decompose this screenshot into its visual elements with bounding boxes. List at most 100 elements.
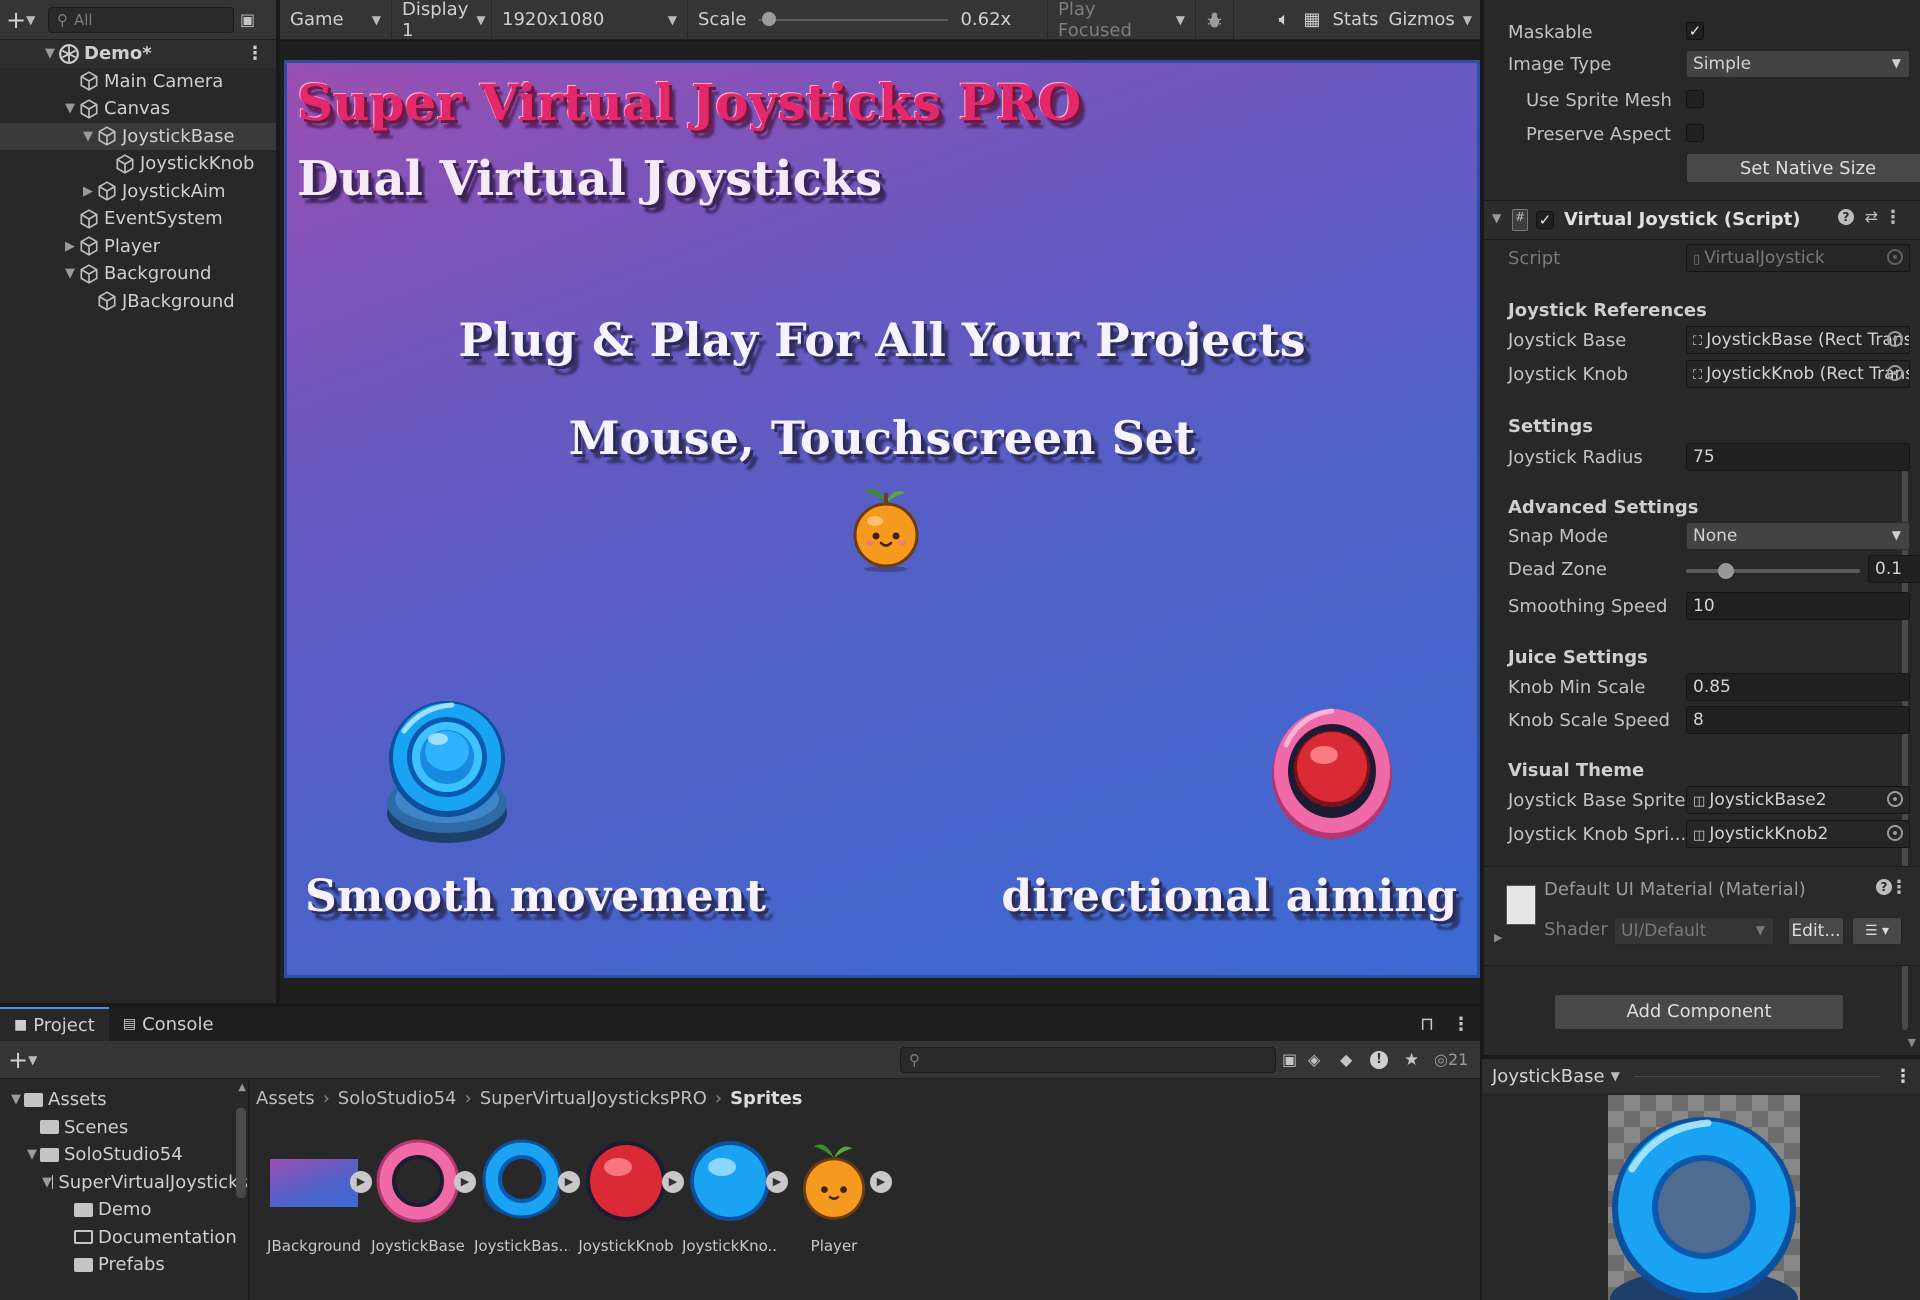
- hierarchy-item-canvas[interactable]: ▼ Canvas: [0, 95, 276, 123]
- play-mode-selector[interactable]: Play Focused ▼: [1048, 0, 1196, 41]
- expand-arrow-icon[interactable]: ▶: [62, 239, 78, 254]
- knob-sprite-field[interactable]: ◫ JoystickKnob2: [1686, 820, 1910, 848]
- scale-slider-handle[interactable]: [761, 11, 776, 26]
- knob-scale-speed-input[interactable]: 8: [1686, 706, 1910, 734]
- preserve-aspect-checkbox[interactable]: [1686, 124, 1704, 142]
- expand-sprite-arrow-icon[interactable]: ▶: [558, 1171, 580, 1193]
- breadcrumb-supervirtualjoystickspro[interactable]: SuperVirtualJoysticksPRO: [480, 1088, 707, 1109]
- folder-scenes[interactable]: Scenes: [0, 1114, 248, 1142]
- dead-zone-input[interactable]: 0.1: [1868, 555, 1920, 583]
- scroll-up-arrow-icon[interactable]: ▲: [238, 1082, 246, 1093]
- resolution-selector[interactable]: 1920x1080 ▼: [492, 0, 688, 40]
- joystick-radius-input[interactable]: 75: [1686, 443, 1910, 471]
- object-picker-icon[interactable]: [1887, 825, 1903, 841]
- expand-sprite-arrow-icon[interactable]: ▶: [870, 1171, 892, 1193]
- component-menu-icon[interactable]: ⋮: [1884, 207, 1902, 228]
- base-sprite-field[interactable]: ◫ JoystickBase2: [1686, 786, 1910, 814]
- joystick-base-field[interactable]: ⛶ JoystickBase (Rect Transform): [1686, 326, 1910, 354]
- filter-by-label-icon[interactable]: ◆: [1340, 1050, 1352, 1069]
- create-button[interactable]: + ▼: [6, 6, 42, 34]
- add-component-button[interactable]: Add Component: [1554, 994, 1844, 1030]
- material-menu-icon[interactable]: ⋮: [1890, 877, 1908, 898]
- left-movement-joystick[interactable]: [382, 691, 512, 851]
- search-options-icon[interactable]: ▣: [1282, 1050, 1297, 1069]
- expand-arrow-icon[interactable]: ▶: [80, 184, 96, 199]
- breadcrumb-solostudio54[interactable]: SoloStudio54: [338, 1088, 457, 1109]
- scroll-down-arrow-icon[interactable]: ▼: [1908, 1036, 1916, 1049]
- expand-sprite-arrow-icon[interactable]: ▶: [454, 1171, 476, 1193]
- hierarchy-item-joystickknob[interactable]: JoystickKnob: [0, 150, 276, 178]
- expand-arrow-icon[interactable]: ▼: [62, 266, 78, 281]
- dead-zone-slider[interactable]: [1686, 569, 1860, 573]
- lock-icon[interactable]: ⊓: [1420, 1014, 1434, 1035]
- object-picker-icon[interactable]: [1887, 365, 1903, 381]
- folder-documentation[interactable]: Documentation: [0, 1224, 248, 1252]
- help-icon[interactable]: ?: [1838, 209, 1854, 225]
- preview-menu-icon[interactable]: ⋮: [1894, 1066, 1912, 1087]
- shader-dropdown[interactable]: UI/Default ▼: [1614, 917, 1774, 945]
- folder-prefabs[interactable]: Prefabs: [0, 1251, 248, 1279]
- preview-header[interactable]: JoystickBase ▼ ⋮: [1482, 1059, 1920, 1093]
- dead-zone-slider-handle[interactable]: [1718, 563, 1734, 579]
- asset-jbackground[interactable]: ▶ JBackground: [266, 1137, 372, 1255]
- virtual-joystick-component-header[interactable]: ▼ # ✓ Virtual Joystick (Script) ? ⇄ ⋮: [1484, 200, 1920, 240]
- project-search-input[interactable]: ⚲: [900, 1046, 1276, 1073]
- breadcrumb-assets[interactable]: Assets: [256, 1088, 315, 1109]
- hidden-packages-toggle[interactable]: ◎21: [1434, 1050, 1468, 1069]
- game-viewport[interactable]: Super Virtual Joysticks PRO Dual Virtual…: [284, 60, 1480, 978]
- asset-joystickknob[interactable]: ▶ JoystickKnob: [578, 1137, 684, 1255]
- image-type-dropdown[interactable]: Simple ▼: [1686, 50, 1910, 78]
- scene-root-demo[interactable]: ▼ Demo* ⋮: [0, 40, 276, 68]
- set-native-size-button[interactable]: Set Native Size: [1686, 153, 1920, 183]
- asset-joystickbase[interactable]: ▶ JoystickBase: [370, 1137, 476, 1255]
- expand-arrow-icon[interactable]: ▶: [1494, 931, 1502, 944]
- game-view-selector[interactable]: Game ▼: [280, 0, 392, 40]
- maskable-checkbox[interactable]: ✓: [1686, 22, 1704, 40]
- hierarchy-search-input[interactable]: ⚲ All: [48, 6, 234, 33]
- smoothing-speed-input[interactable]: 10: [1686, 592, 1910, 620]
- mute-audio-toggle[interactable]: 🔈︎: [1271, 0, 1298, 40]
- favorite-star-icon[interactable]: ★: [1404, 1050, 1419, 1070]
- joystick-knob-field[interactable]: ⛶ JoystickKnob (Rect Transform): [1686, 360, 1910, 388]
- expand-arrow-icon[interactable]: ▼: [8, 1092, 24, 1107]
- object-picker-icon[interactable]: [1887, 791, 1903, 807]
- component-enabled-checkbox[interactable]: ✓: [1536, 211, 1554, 229]
- folder-demo[interactable]: Demo: [0, 1196, 248, 1224]
- display-selector[interactable]: Display 1 ▼: [392, 0, 492, 41]
- warning-icon[interactable]: !: [1370, 1050, 1388, 1069]
- presets-icon[interactable]: ⇄: [1865, 207, 1878, 226]
- folder-supervirtualjoysticks[interactable]: ▼ SuperVirtualJoysticks: [0, 1169, 248, 1197]
- right-aim-joystick[interactable]: [1270, 685, 1394, 849]
- create-asset-button[interactable]: + ▼: [8, 1046, 44, 1074]
- stats-grid-toggle[interactable]: ▦: [1297, 0, 1326, 40]
- expand-arrow-icon[interactable]: ▼: [42, 46, 58, 61]
- lock-search-icon[interactable]: ▣: [240, 10, 255, 29]
- expand-sprite-arrow-icon[interactable]: ▶: [662, 1171, 684, 1193]
- folder-solostudio54[interactable]: ▼ SoloStudio54: [0, 1141, 248, 1169]
- expand-sprite-arrow-icon[interactable]: ▶: [350, 1171, 372, 1193]
- asset-joystickbase2[interactable]: ▶ JoystickBas...: [474, 1137, 580, 1255]
- expand-arrow-icon[interactable]: ▼: [62, 101, 78, 116]
- collapse-arrow-icon[interactable]: ▼: [1492, 211, 1501, 225]
- filter-by-type-icon[interactable]: ◈: [1308, 1050, 1320, 1069]
- edit-shader-button[interactable]: Edit...: [1788, 917, 1844, 945]
- hierarchy-item-joystickbase[interactable]: ▼ JoystickBase: [0, 122, 276, 150]
- folder-tree-scrollbar[interactable]: [236, 1108, 246, 1198]
- snap-mode-dropdown[interactable]: None ▼: [1686, 522, 1910, 550]
- shader-options-button[interactable]: ☰ ▾: [1852, 917, 1902, 945]
- scene-menu-icon[interactable]: ⋮: [246, 43, 264, 64]
- hierarchy-item-main-camera[interactable]: Main Camera: [0, 68, 276, 96]
- expand-arrow-icon[interactable]: ▼: [24, 1147, 40, 1162]
- hierarchy-item-player[interactable]: ▶ Player: [0, 233, 276, 261]
- breadcrumb-sprites[interactable]: Sprites: [730, 1088, 802, 1109]
- asset-joystickknob2[interactable]: ▶ JoystickKno...: [682, 1137, 788, 1255]
- gizmos-button[interactable]: Gizmos ▼: [1384, 0, 1480, 40]
- hierarchy-item-jbackground[interactable]: JBackground: [0, 288, 276, 316]
- stats-button[interactable]: Stats: [1326, 0, 1384, 40]
- bug-toggle[interactable]: [1196, 0, 1234, 40]
- scale-slider[interactable]: [758, 11, 949, 28]
- asset-player[interactable]: ▶ Player: [786, 1137, 892, 1255]
- tab-project[interactable]: ■ Project: [0, 1007, 109, 1041]
- folder-assets[interactable]: ▼ Assets: [0, 1086, 248, 1114]
- use-sprite-mesh-checkbox[interactable]: [1686, 90, 1704, 108]
